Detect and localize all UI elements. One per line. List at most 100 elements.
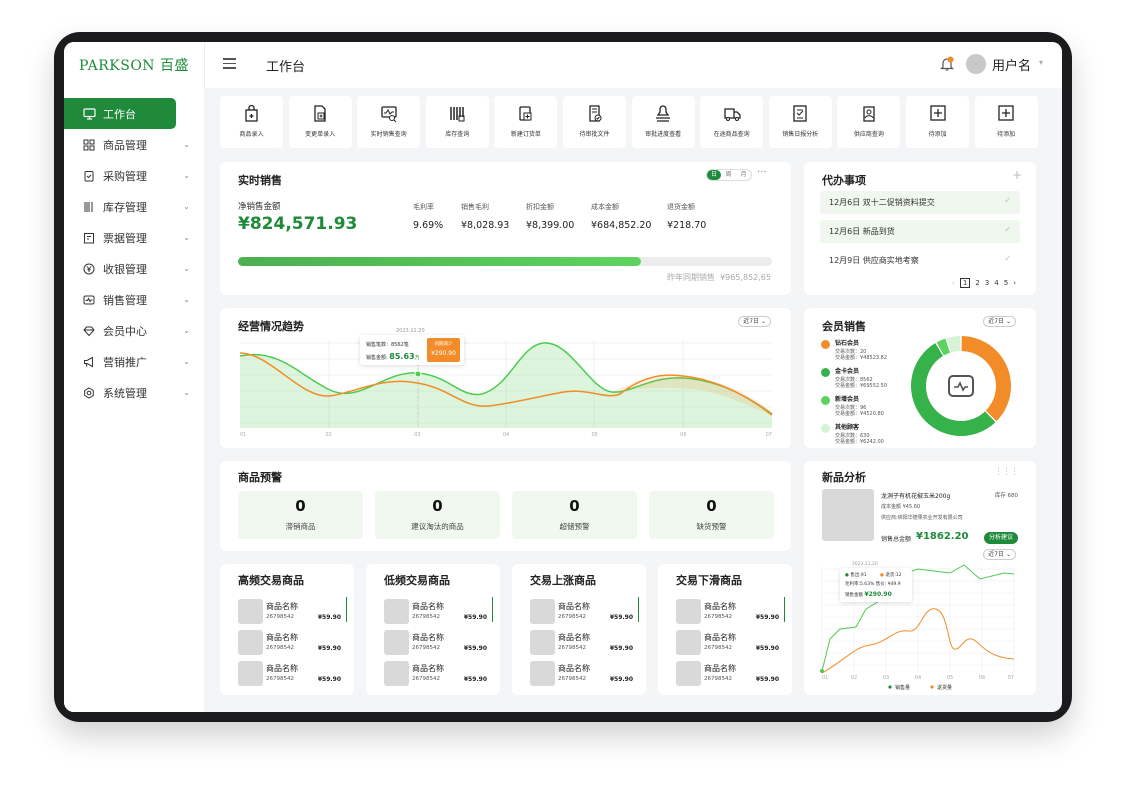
- product-code: 26798542: [266, 676, 294, 682]
- product-name: 商品名称: [266, 664, 298, 673]
- alert-stat[interactable]: 0 建议淘汰的商品: [375, 491, 500, 539]
- check-icon[interactable]: ✓: [1004, 254, 1011, 263]
- sidebar-item-workbench[interactable]: 工作台: [64, 98, 176, 129]
- change-order-entry-shortcut[interactable]: 变更单录入: [288, 96, 352, 148]
- bell-icon[interactable]: [940, 56, 954, 72]
- sidebar-item-purchase[interactable]: 采购管理 ⌄: [64, 160, 204, 191]
- username[interactable]: 用户名: [992, 55, 1031, 74]
- last-year-label: 昨年同期销售: [667, 273, 715, 282]
- shortcut-label: 在途商品查询: [713, 131, 750, 138]
- barcode-icon: [82, 200, 96, 214]
- todo-item[interactable]: 12月6日 双十二促销资料提交 ✓: [820, 191, 1020, 214]
- receipt-icon: [82, 231, 96, 245]
- list-item[interactable]: 商品名称 26798542 ¥59.90: [238, 630, 343, 656]
- tooltip-date: 2023.11.20: [396, 328, 425, 334]
- period-day-button[interactable]: 日: [707, 170, 721, 180]
- sidebar-item-sales[interactable]: 销售管理 ⌄: [64, 284, 204, 315]
- sidebar-item-cashier[interactable]: 收银管理 ⌄: [64, 253, 204, 284]
- shortcut-label: 商品录入: [239, 131, 264, 138]
- legend-amount: 交易金额：¥48523.82: [835, 355, 888, 361]
- in-transit-query-shortcut[interactable]: 在途商品查询: [700, 96, 764, 148]
- page-number[interactable]: 4: [994, 279, 998, 287]
- add-todo-icon[interactable]: +: [1012, 168, 1022, 182]
- daily-sales-analysis-shortcut[interactable]: 销售日报分析: [768, 96, 832, 148]
- add-shortcut-shortcut[interactable]: 待添加: [974, 96, 1038, 148]
- last-year-sales: 昨年同期销售 ¥965,852,65: [667, 272, 771, 283]
- alert-stat[interactable]: 0 滞销商品: [238, 491, 363, 539]
- sidebar-item-members[interactable]: 会员中心 ⌄: [64, 315, 204, 346]
- page-number[interactable]: 3: [985, 279, 989, 287]
- supplier-query-shortcut[interactable]: 供应商查询: [837, 96, 901, 148]
- list-item[interactable]: 商品名称 26798542 ¥59.90: [384, 599, 489, 625]
- product-code: 26798542: [558, 676, 586, 682]
- list-item[interactable]: 商品名称 26798542 ¥59.90: [676, 630, 781, 656]
- sidebar-item-products[interactable]: 商品管理 ⌄: [64, 129, 204, 160]
- scrollbar[interactable]: [491, 597, 493, 622]
- scrollbar[interactable]: [345, 597, 347, 622]
- period-week-button[interactable]: 周: [721, 170, 736, 180]
- alert-value: 0: [432, 497, 443, 515]
- kpi-value: ¥8,399.00: [526, 220, 575, 231]
- add-shortcut-icon: [929, 105, 946, 121]
- list-item[interactable]: 商品名称 26798542 ¥59.90: [530, 599, 635, 625]
- list-item[interactable]: 商品名称 26798542 ¥59.90: [384, 630, 489, 656]
- menu-toggle-icon[interactable]: [223, 58, 236, 69]
- pending-approval-shortcut[interactable]: 待审批文件: [563, 96, 626, 148]
- tooltip-badge: 同期减少 ¥290.90: [427, 338, 460, 362]
- product-name: 商品名称: [704, 633, 736, 642]
- alert-stat[interactable]: 0 超储预警: [512, 491, 637, 539]
- shortcut-label: 实时销售查询: [370, 131, 407, 138]
- list-item[interactable]: 商品名称 26798542 ¥59.90: [530, 661, 635, 687]
- more-icon[interactable]: ···: [757, 167, 767, 178]
- period-month-button[interactable]: 月: [736, 170, 751, 180]
- product-code: 26798542: [704, 614, 732, 620]
- shortcut-label: 待添加: [997, 131, 1016, 138]
- inventory-query-shortcut[interactable]: 库存查询: [425, 96, 489, 148]
- chevron-down-icon[interactable]: ▾: [1039, 58, 1043, 67]
- sales-point[interactable]: [820, 669, 824, 673]
- add-shortcut-shortcut[interactable]: 待添加: [906, 96, 969, 148]
- page-number[interactable]: 1: [959, 278, 971, 288]
- list-item[interactable]: 商品名称 26798542 ¥59.90: [238, 661, 343, 687]
- product-list-card: 交易上涨商品 商品名称 26798542 ¥59.90 商品名称 26798542 ¥59.…: [512, 564, 646, 695]
- trend-card: 经营情况趋势 近7日 ⌄ 01 02 03 04 05 06 07 2023.11.20 销…: [220, 308, 791, 448]
- grid-icon: [82, 138, 96, 152]
- page-number[interactable]: 5: [1004, 279, 1008, 287]
- sidebar-item-inventory[interactable]: 库存管理 ⌄: [64, 191, 204, 222]
- sidebar-item-marketing[interactable]: 营销推广 ⌄: [64, 346, 204, 377]
- list-item[interactable]: 商品名称 26798542 ¥59.90: [676, 599, 781, 625]
- product-entry-shortcut[interactable]: 商品录入: [220, 96, 283, 148]
- alert-label: 建议淘汰的商品: [411, 522, 464, 531]
- settings-icon: [82, 386, 96, 400]
- scrollbar[interactable]: [783, 597, 785, 622]
- chevron-down-icon: ⌄: [183, 295, 190, 304]
- check-icon[interactable]: ✓: [1004, 225, 1011, 234]
- tooltip-point[interactable]: [414, 370, 422, 378]
- new-order-shortcut[interactable]: 新建订货单: [494, 96, 558, 148]
- list-item[interactable]: 商品名称 26798542 ¥59.90: [530, 630, 635, 656]
- scrollbar[interactable]: [637, 597, 639, 622]
- todo-text: 12月9日 供应商实地考察: [829, 256, 919, 265]
- approval-progress-shortcut[interactable]: 审批进度查看: [631, 96, 695, 148]
- sidebar-item-system[interactable]: 系统管理 ⌄: [64, 377, 204, 408]
- sidebar-item-bills[interactable]: 票据管理 ⌄: [64, 222, 204, 253]
- avatar[interactable]: [966, 54, 986, 74]
- prev-page-icon[interactable]: ‹: [952, 279, 955, 287]
- x-tick-label: 03: [414, 432, 420, 438]
- todo-item[interactable]: 12月9日 供应商实地考察 ✓: [820, 249, 1020, 272]
- list-item[interactable]: 商品名称 26798542 ¥59.90: [676, 661, 781, 687]
- next-page-icon[interactable]: ›: [1013, 279, 1016, 287]
- product-name: 商品名称: [704, 664, 736, 673]
- check-icon[interactable]: ✓: [1004, 196, 1011, 205]
- todo-item[interactable]: 12月6日 新品到货 ✓: [820, 220, 1020, 243]
- chevron-down-icon: ⌄: [183, 326, 190, 335]
- page-number[interactable]: 2: [975, 279, 979, 287]
- product-price: ¥59.90: [609, 645, 633, 652]
- alert-stat[interactable]: 0 缺货预警: [649, 491, 774, 539]
- realtime-sales-query-shortcut[interactable]: 实时销售查询: [357, 96, 421, 148]
- list-item[interactable]: 商品名称 26798542 ¥59.90: [238, 599, 343, 625]
- list-item[interactable]: 商品名称 26798542 ¥59.90: [384, 661, 489, 687]
- new-order-icon: [519, 106, 532, 121]
- pagination: ‹ 1 2 3 4 5 ›: [952, 278, 1016, 288]
- range-dropdown[interactable]: 近7日 ⌄: [983, 316, 1016, 327]
